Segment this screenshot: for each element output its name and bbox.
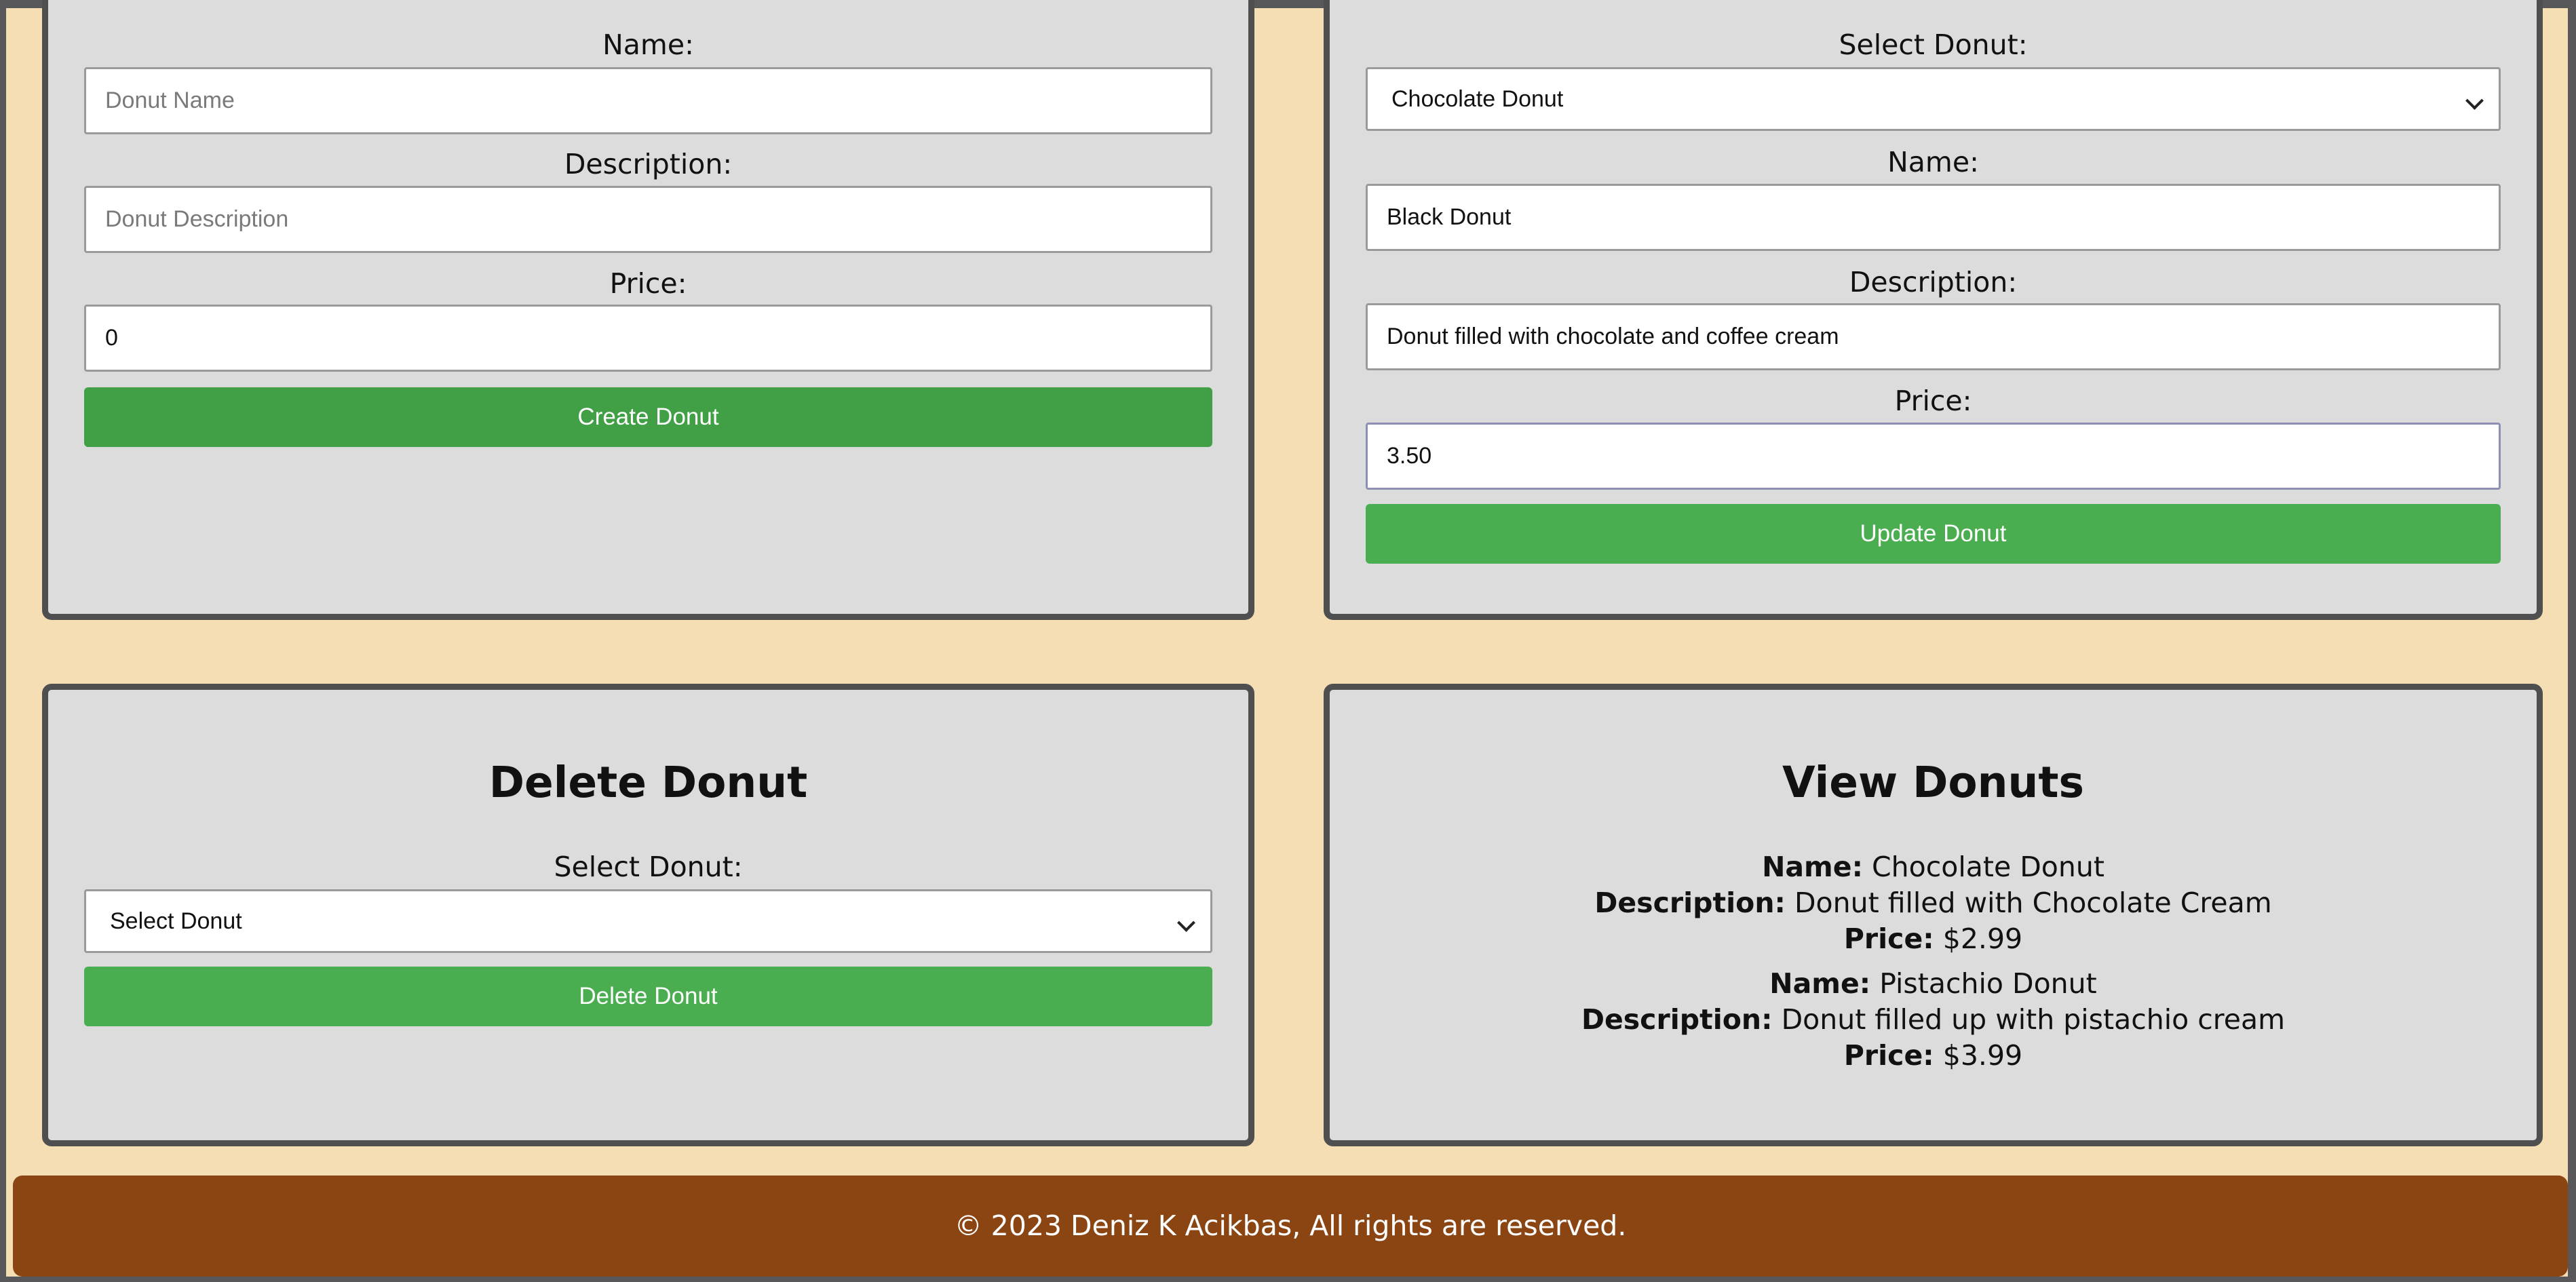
donut-name-input[interactable]: Donut Name: [84, 67, 1212, 134]
donut-description: Donut filled up with pistachio cream: [1781, 1003, 2286, 1036]
page: Name: Donut Name Description: Donut Desc…: [6, 0, 2568, 1277]
chevron-down-icon: [1177, 914, 1195, 932]
donut-price: $3.99: [1942, 1039, 2023, 1072]
update-price-input[interactable]: 3.50: [1366, 423, 2501, 490]
name-key: Name:: [1762, 851, 1863, 883]
donut-price-line: Price: $2.99: [1330, 922, 2537, 955]
donut-description-line: Description: Donut filled with Chocolate…: [1330, 887, 2537, 919]
description-key: Description:: [1594, 887, 1786, 919]
footer: © 2023 Deniz K Acikbas, All rights are r…: [13, 1176, 2568, 1277]
donut-description: Donut filled with Chocolate Cream: [1794, 887, 2272, 919]
update-donut-select[interactable]: Chocolate Donut: [1366, 67, 2501, 131]
donut-name-line: Name: Chocolate Donut: [1330, 851, 2537, 883]
name-label: Name:: [602, 28, 694, 61]
select-donut-label: Select Donut:: [1839, 28, 2028, 61]
name-label: Name:: [1887, 146, 1979, 178]
update-name-input[interactable]: Black Donut: [1366, 184, 2501, 251]
donut-name-line: Name: Pistachio Donut: [1330, 967, 2537, 1000]
description-label: Description:: [564, 148, 733, 180]
description-label: Description:: [1849, 266, 2018, 298]
donut-name: Chocolate Donut: [1872, 851, 2104, 883]
donut-description-input[interactable]: Donut Description: [84, 186, 1212, 253]
select-donut-label: Select Donut:: [554, 851, 743, 883]
view-donuts-card: View Donuts Name: Chocolate Donut Descri…: [1324, 684, 2543, 1146]
update-donut-card: Select Donut: Chocolate Donut Name: Blac…: [1324, 0, 2543, 620]
update-donut-button[interactable]: Update Donut: [1366, 504, 2501, 564]
footer-copyright: © 2023 Deniz K Acikbas, All rights are r…: [954, 1209, 1627, 1242]
price-label: Price:: [1894, 385, 1972, 417]
delete-donut-card: Delete Donut Select Donut: Select Donut …: [42, 684, 1254, 1146]
view-donuts-title: View Donuts: [1782, 758, 2084, 807]
donut-price-input[interactable]: 0: [84, 305, 1212, 372]
chevron-down-icon: [2465, 92, 2484, 110]
delete-donut-title: Delete Donut: [488, 758, 808, 807]
donut-description-line: Description: Donut filled up with pistac…: [1330, 1003, 2537, 1036]
donut-price-line: Price: $3.99: [1330, 1039, 2537, 1072]
donut-price: $2.99: [1942, 922, 2023, 955]
update-donut-select-value: Chocolate Donut: [1391, 86, 1564, 112]
name-key: Name:: [1769, 967, 1871, 1000]
create-donut-card: Name: Donut Name Description: Donut Desc…: [42, 0, 1254, 620]
delete-donut-select[interactable]: Select Donut: [84, 889, 1212, 953]
price-key: Price:: [1843, 922, 1934, 955]
price-key: Price:: [1843, 1039, 1934, 1072]
delete-donut-button[interactable]: Delete Donut: [84, 967, 1212, 1026]
delete-donut-select-value: Select Donut: [110, 908, 242, 934]
donut-name: Pistachio Donut: [1879, 967, 2097, 1000]
price-label: Price:: [609, 267, 687, 300]
description-key: Description:: [1581, 1003, 1773, 1036]
create-donut-button[interactable]: Create Donut: [84, 387, 1212, 447]
update-description-input[interactable]: Donut filled with chocolate and coffee c…: [1366, 303, 2501, 370]
